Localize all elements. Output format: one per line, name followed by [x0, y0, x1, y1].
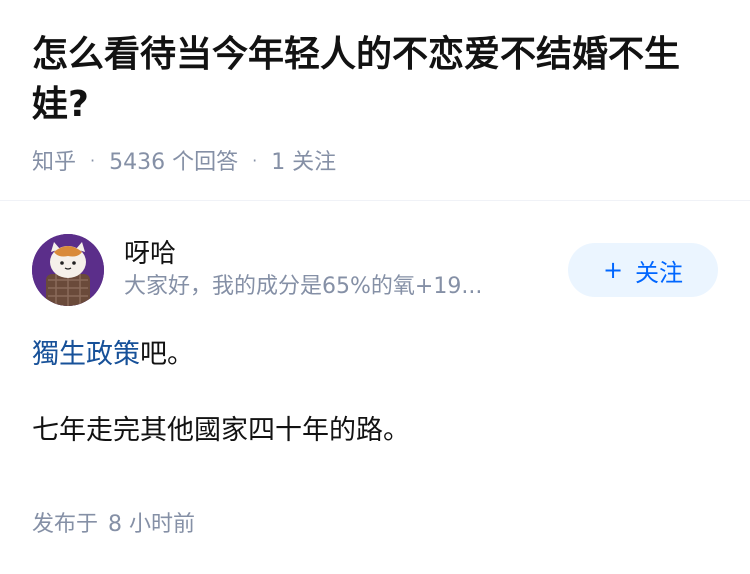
author-bio: 大家好，我的成分是65%的氧+19...	[124, 274, 483, 299]
author-info: 呀哈 大家好，我的成分是65%的氧+19...	[124, 237, 568, 303]
divider	[0, 200, 750, 201]
topic-link[interactable]: 獨生政策	[32, 339, 140, 370]
avatar-image-icon	[32, 234, 104, 306]
publish-label: 发布于	[32, 512, 99, 537]
question-meta: 知乎 · 5436 个回答 · 1 关注	[32, 144, 718, 176]
answer-card: 呀哈 大家好，我的成分是65%的氧+19... + 关注 獨生政策吧。 七年走完…	[32, 230, 718, 488]
answer-paragraph: 獨生政策吧。	[32, 336, 718, 374]
paragraph-text: 吧。	[140, 339, 194, 370]
question-header: 怎么看待当今年轻人的不恋爱不结婚不生娃? 知乎 · 5436 个回答 · 1 关…	[0, 0, 750, 175]
follow-button[interactable]: + 关注	[568, 243, 718, 297]
plus-icon: +	[602, 256, 624, 284]
answer-count[interactable]: 5436 个回答	[109, 144, 238, 176]
publish-info: 发布于 8 小时前	[32, 506, 195, 538]
source-label[interactable]: 知乎	[32, 144, 76, 176]
answer-content: 獨生政策吧。 七年走完其他國家四十年的路。	[32, 336, 718, 450]
follow-count[interactable]: 1 关注	[271, 144, 336, 176]
meta-separator: ·	[90, 150, 96, 170]
answer-paragraph: 七年走完其他國家四十年的路。	[32, 415, 410, 446]
publish-time: 8 小时前	[108, 512, 196, 537]
avatar[interactable]	[32, 234, 104, 306]
author-name[interactable]: 呀哈	[124, 237, 568, 271]
meta-separator: ·	[252, 150, 258, 170]
question-title[interactable]: 怎么看待当今年轻人的不恋爱不结婚不生娃?	[32, 30, 718, 130]
author-row: 呀哈 大家好，我的成分是65%的氧+19... + 关注	[32, 230, 718, 310]
follow-button-label: 关注	[635, 258, 684, 287]
